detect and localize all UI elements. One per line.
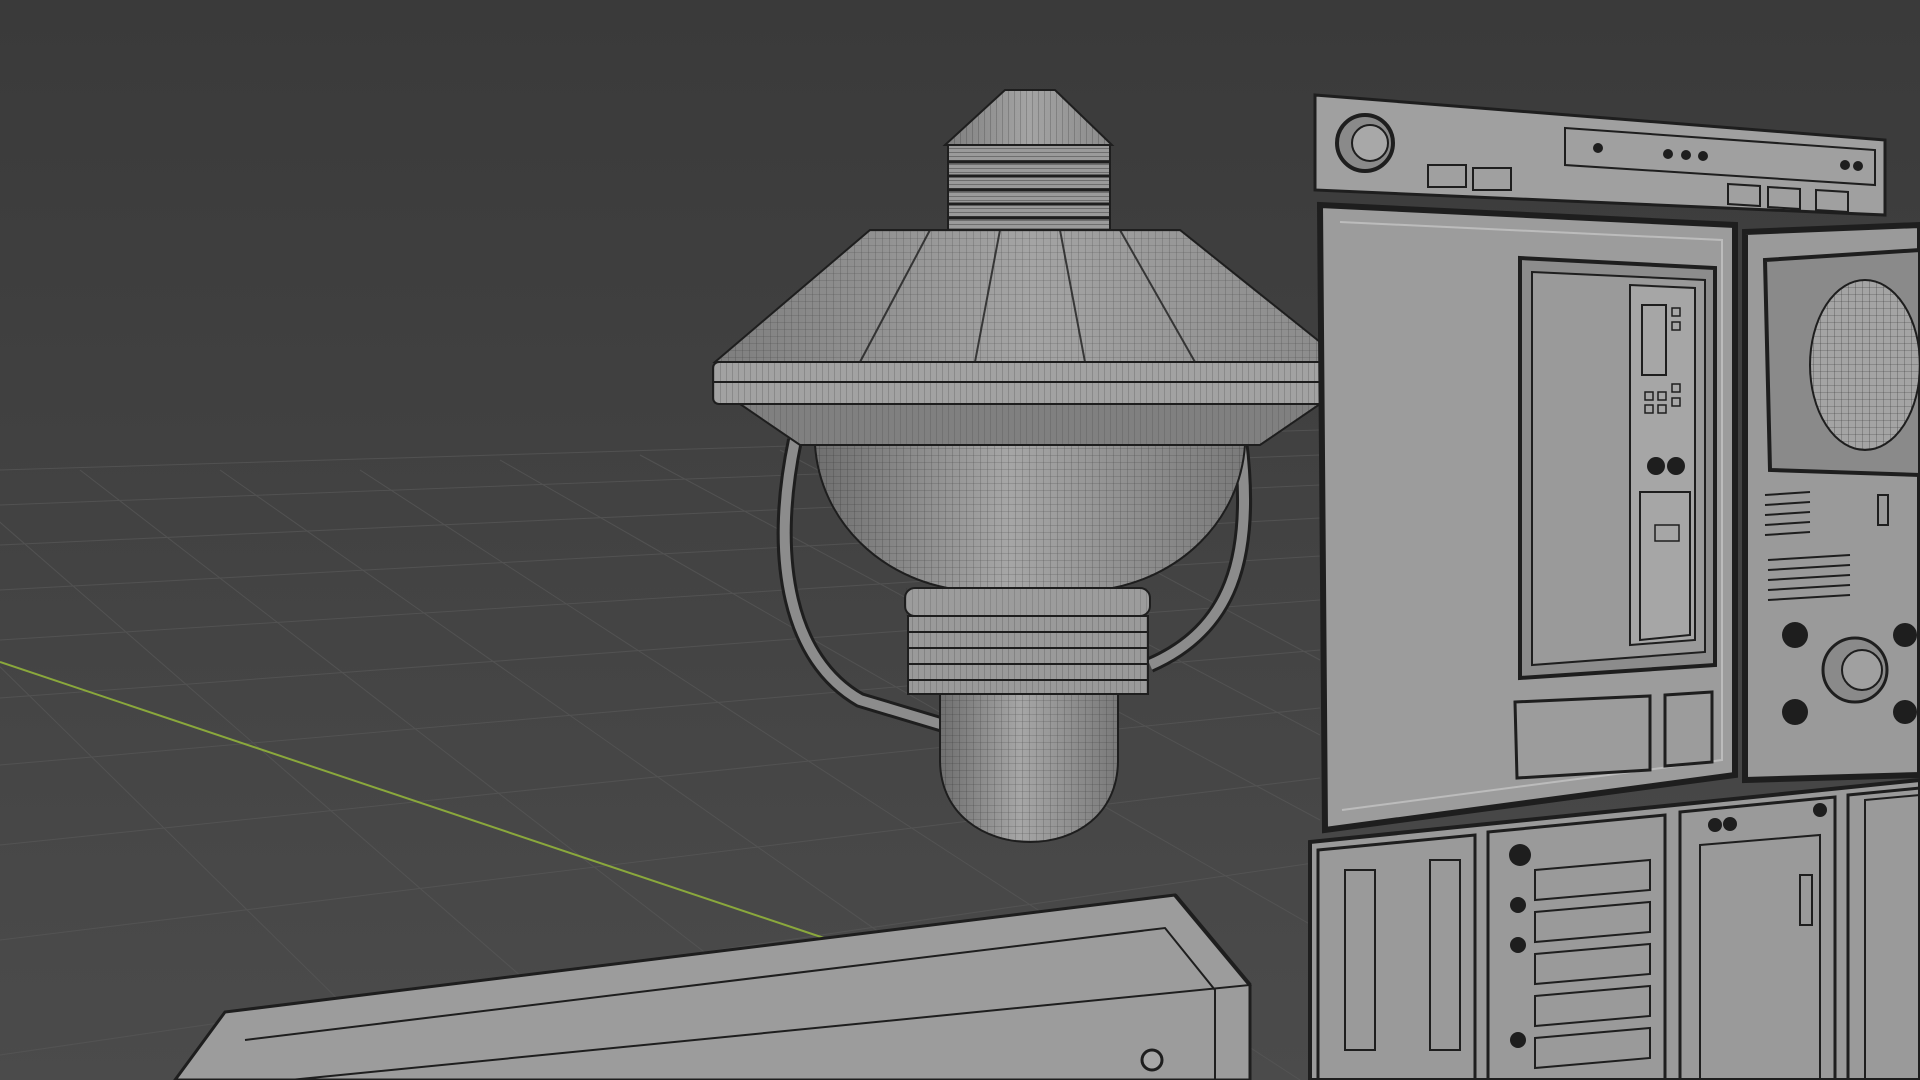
viewport-canvas[interactable] bbox=[0, 0, 1920, 1080]
3d-viewport[interactable] bbox=[0, 0, 1920, 1080]
control-panel-mesh[interactable] bbox=[1308, 93, 1920, 1080]
